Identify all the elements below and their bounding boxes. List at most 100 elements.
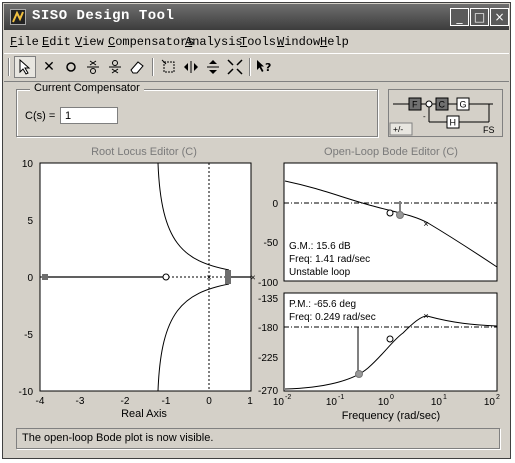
rl-xtick: -2 [121, 396, 130, 407]
bode-xtick-exp: -2 [285, 394, 291, 401]
eraser-icon[interactable] [126, 56, 148, 78]
status-bar: The open-loop Bode plot is now visible. [16, 428, 500, 449]
bode-xtick-base: 10 [484, 397, 496, 408]
mag-zero-marker[interactable] [386, 209, 394, 217]
menu-compensators[interactable]: Compensators [108, 35, 194, 49]
menu-analysis[interactable]: Analysis [185, 35, 243, 49]
menu-tools[interactable]: Tools [240, 35, 276, 49]
phase-ytick: -135 [258, 294, 278, 305]
phase-ytick: -225 [258, 353, 278, 364]
phase-margin-freq: Freq: 0.249 rad/sec [289, 312, 376, 323]
whats-this-icon[interactable]: ? [254, 56, 276, 78]
sensor-label: H [450, 118, 457, 128]
toolbar-grip [8, 58, 10, 76]
prefilter-label: F [412, 100, 418, 110]
compensator-block-label: C [439, 100, 446, 110]
rl-xtick: -3 [76, 396, 85, 407]
bode-xticks: 10 -2 10 -1 10 0 10 1 10 2 [273, 394, 500, 408]
gain-margin-text: G.M.: 15.6 dB [289, 241, 351, 252]
rl-xtick: -1 [162, 396, 171, 407]
root-locus-yticks: 10 5 0 -5 -10 [19, 159, 34, 398]
maximize-icon: □ [473, 10, 486, 24]
rl-ytick: 5 [27, 216, 33, 227]
phase-margin-handle[interactable] [355, 370, 363, 378]
mag-pole-marker[interactable]: × [423, 219, 428, 229]
bode-phase-yticks: -135 -180 -225 -270 [258, 294, 278, 397]
bode-xtick-base: 10 [326, 397, 338, 408]
root-locus-xticks: -4 -3 -2 -1 0 1 [36, 396, 254, 407]
bode-mag-yticks: 0 -50 -100 [258, 199, 278, 289]
add-pole-icon[interactable]: ✕ [38, 56, 60, 78]
mag-ytick: -100 [258, 278, 278, 289]
current-compensator-legend: Current Compensator [30, 82, 144, 94]
menu-help[interactable]: Help [320, 35, 349, 49]
phase-zero-marker[interactable] [386, 335, 394, 343]
menu-bar: File Edit View Compensators Analysis Too… [4, 32, 509, 52]
config-button-label[interactable]: FS [483, 125, 495, 135]
root-locus-title: Root Locus Editor (C) [91, 146, 197, 158]
phase-ytick: -180 [258, 323, 278, 334]
rl-pole-marker[interactable]: × [250, 273, 255, 283]
zoom-xy-icon[interactable] [158, 56, 180, 78]
root-locus-xlabel: Real Axis [121, 408, 167, 420]
maximize-button[interactable]: □ [470, 8, 489, 26]
toolbar-separator [249, 58, 251, 76]
rl-closed-loop-pole[interactable] [225, 270, 231, 284]
menu-edit[interactable]: Edit [42, 35, 71, 49]
toolbar: ✕ ? [4, 53, 509, 82]
toolbar-separator [152, 58, 154, 76]
phase-margin-text: P.M.: -65.6 deg [289, 299, 356, 310]
add-lead-icon[interactable] [82, 56, 104, 78]
rl-pole-marker[interactable]: × [206, 273, 211, 283]
bode-xtick-exp: -1 [338, 394, 344, 401]
title-bar[interactable]: SISO Design Tool _ □ × [4, 4, 509, 30]
status-text: The open-loop Bode plot is now visible. [22, 432, 214, 444]
compensator-input[interactable] [60, 107, 118, 124]
menu-file[interactable]: File [10, 35, 39, 49]
zoom-x-icon[interactable] [180, 56, 202, 78]
rl-ytick: 10 [22, 159, 34, 170]
mag-ytick: -50 [264, 238, 279, 249]
sign-toggle-label: +/- [393, 124, 403, 134]
bode-xtick-base: 10 [273, 397, 285, 408]
mag-gain-handle[interactable] [396, 211, 404, 219]
bode-xtick-exp: 1 [443, 394, 447, 401]
zoom-y-icon[interactable] [202, 56, 224, 78]
rl-ytick: -10 [19, 387, 34, 398]
rl-xtick: 0 [206, 396, 212, 407]
fit-icon[interactable] [224, 56, 246, 78]
pointer-icon[interactable] [14, 56, 36, 78]
bode-xlabel: Frequency (rad/sec) [342, 410, 440, 422]
plant-label: G [460, 100, 467, 110]
gain-margin-freq: Freq: 1.41 rad/sec [289, 254, 370, 265]
matlab-icon [10, 9, 26, 25]
phase-ytick: -270 [258, 386, 278, 397]
bode-title: Open-Loop Bode Editor (C) [324, 146, 458, 158]
feedback-structure-diagram[interactable]: F C G H - +/- FS [388, 89, 503, 137]
phase-pole-marker[interactable]: × [423, 311, 428, 321]
bode-xtick-exp: 0 [390, 394, 394, 401]
minimize-button[interactable]: _ [450, 8, 469, 26]
add-lag-icon[interactable] [104, 56, 126, 78]
svg-text:-: - [423, 112, 426, 121]
rl-closed-loop-pole[interactable] [42, 274, 48, 280]
close-button[interactable]: × [490, 8, 509, 26]
svg-text:?: ? [265, 61, 271, 74]
minimize-icon: _ [456, 10, 463, 24]
rl-zero-marker[interactable] [162, 273, 170, 281]
plot-area: Root Locus Editor (C) 10 5 0 -5 -10 -4 -… [3, 143, 512, 433]
menu-window[interactable]: Window [277, 35, 320, 49]
compensator-label: C(s) = [25, 110, 56, 122]
menu-view[interactable]: View [75, 35, 104, 49]
close-icon: × [494, 10, 505, 24]
bode-xtick-base: 10 [431, 397, 443, 408]
mag-ytick: 0 [272, 199, 278, 210]
stability-text: Unstable loop [289, 267, 351, 278]
siso-window: SISO Design Tool _ □ × File Edit View Co… [2, 2, 511, 459]
rl-ytick: 0 [27, 273, 33, 284]
add-zero-icon[interactable] [60, 56, 82, 78]
rl-xtick: -4 [36, 396, 45, 407]
window-title: SISO Design Tool [32, 8, 175, 24]
rl-ytick: -5 [24, 330, 33, 341]
bode-xtick-exp: 2 [496, 394, 500, 401]
